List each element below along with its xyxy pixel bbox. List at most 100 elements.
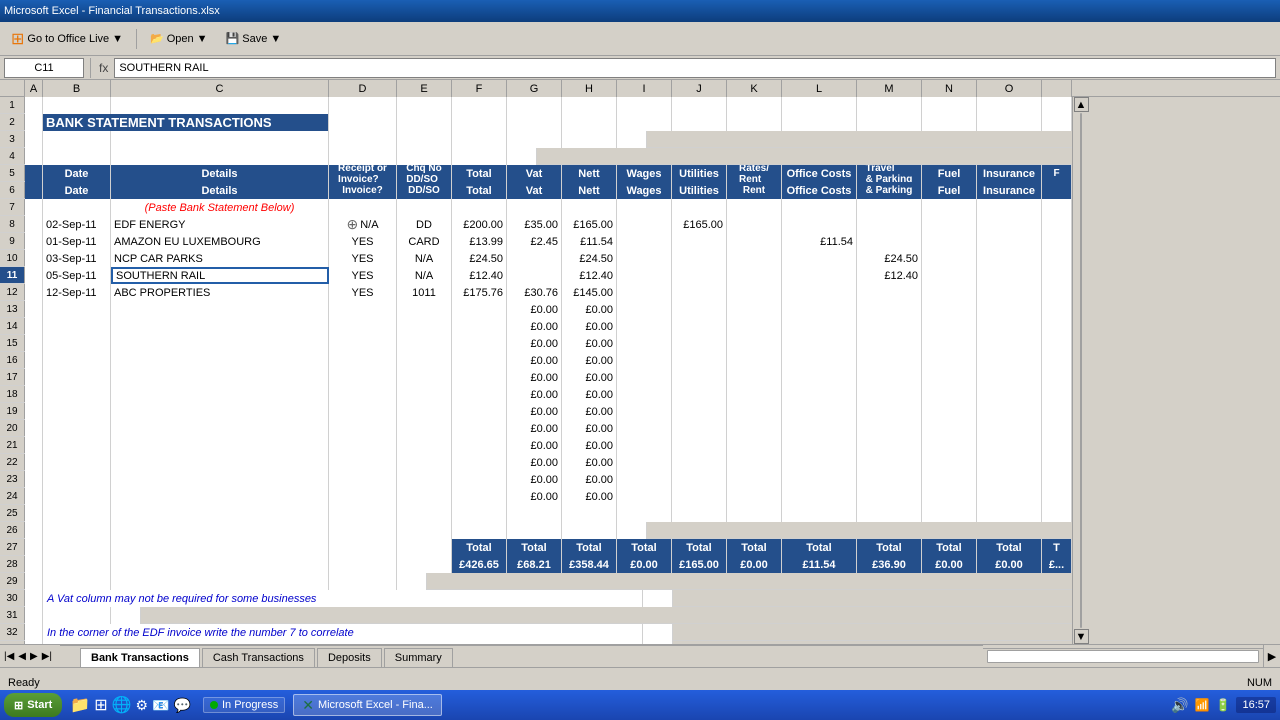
cell-J9[interactable]	[672, 233, 727, 250]
cell-F6[interactable]: Total	[452, 182, 507, 199]
total-val-rest[interactable]: £...	[1042, 556, 1072, 573]
cell-B3[interactable]	[43, 131, 111, 148]
cell-A10[interactable]	[25, 250, 43, 267]
cell-I9[interactable]	[617, 233, 672, 250]
cell-M1[interactable]	[857, 97, 922, 114]
cell-D7[interactable]	[329, 199, 397, 216]
cell-O1[interactable]	[977, 97, 1042, 114]
cell-L9[interactable]: £11.54	[782, 233, 857, 250]
cell-G10[interactable]	[507, 250, 562, 267]
cell-K1[interactable]	[727, 97, 782, 114]
cell-N12[interactable]	[922, 284, 977, 301]
taskbar-icon-explorer[interactable]: 📁	[70, 695, 90, 715]
formula-input[interactable]	[114, 58, 1276, 78]
note-cell-1[interactable]: A Vat column may not be required for som…	[43, 590, 643, 607]
cell-E8[interactable]: DD	[397, 216, 452, 233]
cell-I12[interactable]	[617, 284, 672, 301]
cell-H6[interactable]: Nett	[562, 182, 617, 199]
cell-A11[interactable]	[25, 267, 43, 284]
total-label-rest[interactable]: T	[1042, 539, 1072, 556]
cell-M12[interactable]	[857, 284, 922, 301]
col-header-C[interactable]: C	[111, 80, 329, 97]
cell-I5[interactable]: Wages	[617, 165, 672, 182]
cell-B9[interactable]: 01-Sep-11	[43, 233, 111, 250]
cell-L10[interactable]	[782, 250, 857, 267]
cell-O11[interactable]	[977, 267, 1042, 284]
cell-M9[interactable]	[857, 233, 922, 250]
cell-C9[interactable]: AMAZON EU LUXEMBOURG	[111, 233, 329, 250]
cell-G8[interactable]: £35.00	[507, 216, 562, 233]
save-button[interactable]: 💾 Save ▼	[219, 27, 289, 51]
cell-E10[interactable]: N/A	[397, 250, 452, 267]
cell-K10[interactable]	[727, 250, 782, 267]
cell-O10[interactable]	[977, 250, 1042, 267]
cell-H10[interactable]: £24.50	[562, 250, 617, 267]
total-val-N[interactable]: £0.00	[922, 556, 977, 573]
total-val-G[interactable]: £68.21	[507, 556, 562, 573]
sheet-tab-cash-transactions[interactable]: Cash Transactions	[202, 648, 315, 667]
col-header-D[interactable]: D	[329, 80, 397, 97]
cell-O9[interactable]	[977, 233, 1042, 250]
tab-nav-next[interactable]: ▶	[30, 651, 38, 662]
total-label-O[interactable]: Total	[977, 539, 1042, 556]
cell-F12[interactable]: £175.76	[452, 284, 507, 301]
cell-J5[interactable]: Utilities	[672, 165, 727, 182]
cell-rest4[interactable]	[507, 148, 537, 165]
taskbar-icon-app2[interactable]: 🌐	[112, 695, 132, 715]
cell-I6[interactable]: Wages	[617, 182, 672, 199]
cell-A1[interactable]	[25, 97, 43, 114]
col-header-I[interactable]: I	[617, 80, 672, 97]
cell-H12[interactable]: £145.00	[562, 284, 617, 301]
cell-E12[interactable]: 1011	[397, 284, 452, 301]
col-header-rest[interactable]	[1042, 80, 1072, 97]
col-header-N[interactable]: N	[922, 80, 977, 97]
cell-M5[interactable]: Travel& Parking	[857, 165, 922, 182]
total-label-G[interactable]: Total	[507, 539, 562, 556]
col-header-B[interactable]: B	[43, 80, 111, 97]
cell-K12[interactable]	[727, 284, 782, 301]
cell-E7[interactable]	[397, 199, 452, 216]
horizontal-scrollbar[interactable]	[983, 648, 1263, 665]
cell-N6[interactable]: Fuel	[922, 182, 977, 199]
cell-L1[interactable]	[782, 97, 857, 114]
cell-F11[interactable]: £12.40	[452, 267, 507, 284]
cell-rest10[interactable]	[1042, 250, 1072, 267]
cell-H8[interactable]: £165.00	[562, 216, 617, 233]
cell-G6[interactable]: Vat	[507, 182, 562, 199]
cell-G2[interactable]	[507, 114, 562, 131]
cell-L12[interactable]	[782, 284, 857, 301]
cell-rest3[interactable]	[617, 131, 647, 148]
cell-A3[interactable]	[25, 131, 43, 148]
cell-reference-box[interactable]	[4, 58, 84, 78]
total-val-M[interactable]: £36.90	[857, 556, 922, 573]
vertical-scrollbar[interactable]: ▲ ▼	[1072, 97, 1089, 644]
cell-A6[interactable]	[25, 182, 43, 199]
cell-J7[interactable]	[672, 199, 727, 216]
cell-E4[interactable]	[397, 148, 452, 165]
cell-A7[interactable]	[25, 199, 43, 216]
cell-G11[interactable]	[507, 267, 562, 284]
cell-I11[interactable]	[617, 267, 672, 284]
cell-K7[interactable]	[727, 199, 782, 216]
cell-D12[interactable]: YES	[329, 284, 397, 301]
start-button[interactable]: ⊞ Start	[4, 693, 62, 717]
cell-F10[interactable]: £24.50	[452, 250, 507, 267]
cell-K11[interactable]	[727, 267, 782, 284]
cell-rest12[interactable]	[1042, 284, 1072, 301]
title-cell[interactable]: BANK STATEMENT TRANSACTIONS	[43, 114, 329, 131]
cell-J8[interactable]: £165.00	[672, 216, 727, 233]
cell-D8[interactable]: ⊕N/A	[329, 216, 397, 233]
cell-C12[interactable]: ABC PROPERTIES	[111, 284, 329, 301]
total-label-M[interactable]: Total	[857, 539, 922, 556]
cell-B7[interactable]	[43, 199, 111, 216]
cell-B1[interactable]	[43, 97, 111, 114]
cell-N11[interactable]	[922, 267, 977, 284]
cell-F3[interactable]	[452, 131, 507, 148]
total-val-H[interactable]: £358.44	[562, 556, 617, 573]
total-label-K[interactable]: Total	[727, 539, 782, 556]
in-progress-badge[interactable]: In Progress	[203, 697, 285, 713]
cell-rest9[interactable]	[1042, 233, 1072, 250]
taskbar-icon-app5[interactable]: 💬	[174, 697, 191, 714]
cell-H7[interactable]	[562, 199, 617, 216]
col-header-K[interactable]: K	[727, 80, 782, 97]
